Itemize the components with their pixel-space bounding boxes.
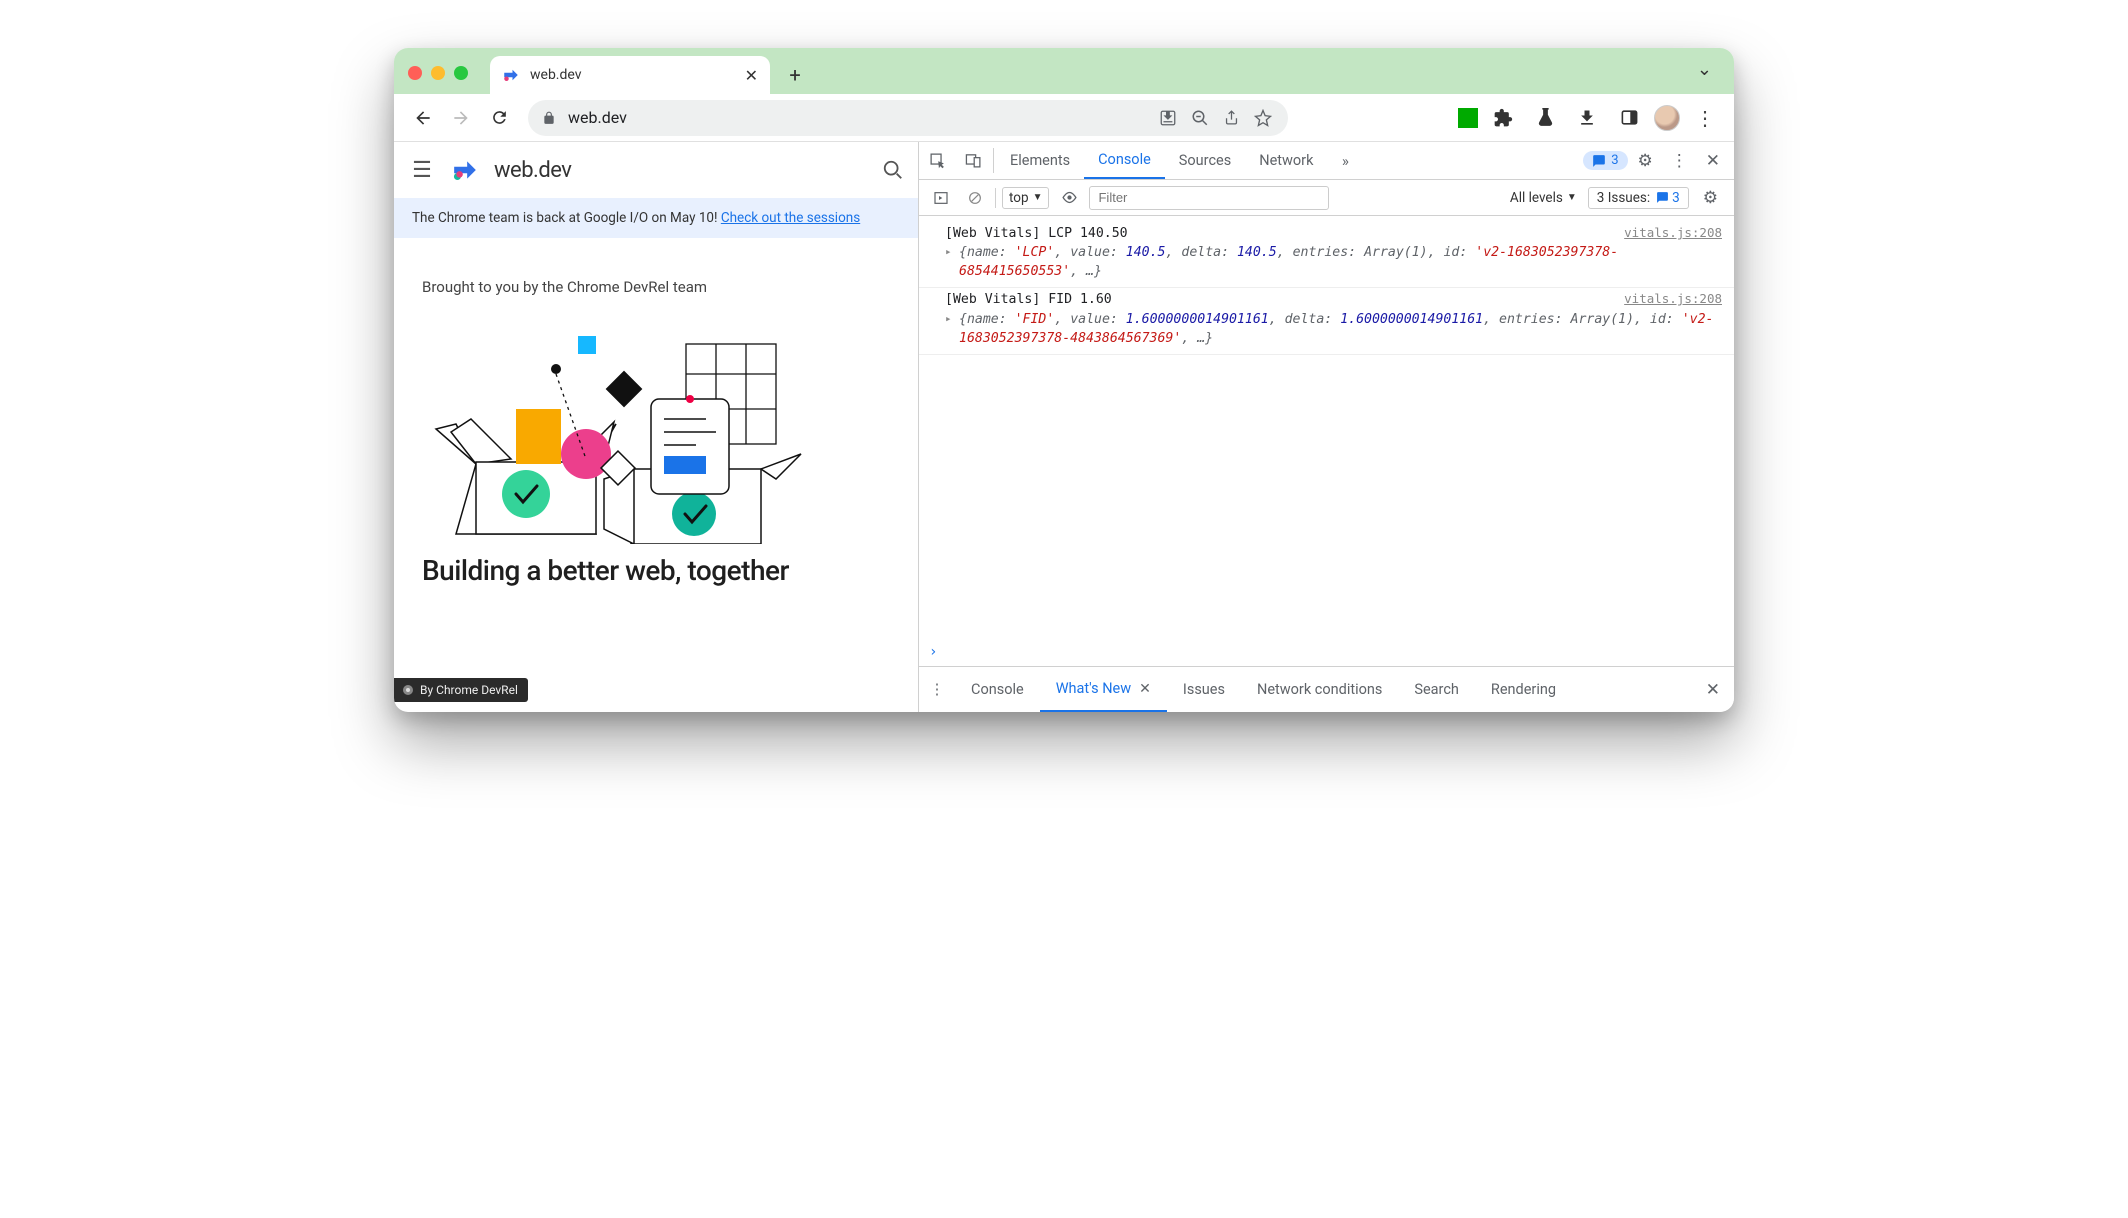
reload-button[interactable] <box>482 101 516 135</box>
tabs-more-icon[interactable]: » <box>1327 142 1363 179</box>
drawer-tab-whats-new[interactable]: What's New✕ <box>1040 667 1167 712</box>
context-selector[interactable]: top ▼ <box>1002 187 1049 209</box>
console-settings-icon[interactable]: ⚙ <box>1695 188 1726 208</box>
devtools-tabbar: Elements Console Sources Network » 3 ⚙ ⋮… <box>919 142 1734 180</box>
page-body: Brought to you by the Chrome DevRel team <box>394 238 918 587</box>
console-sidebar-toggle-icon[interactable] <box>927 186 955 210</box>
messages-badge[interactable]: 3 <box>1583 151 1627 170</box>
console-log-row[interactable]: vitals.js:208[Web Vitals] FID 1.60{name:… <box>919 288 1734 354</box>
devtools-drawer: ⋮ Console What's New✕ Issues Network con… <box>919 666 1734 712</box>
log-levels-selector[interactable]: All levels ▼ <box>1505 187 1582 209</box>
close-window-button[interactable] <box>408 66 422 80</box>
device-toolbar-icon[interactable] <box>955 142 991 179</box>
drawer-tab-close-icon[interactable]: ✕ <box>1139 681 1151 697</box>
banner-text: The Chrome team is back at Google I/O on… <box>412 210 721 226</box>
bookmark-icon[interactable] <box>1254 109 1272 127</box>
devtools-close-icon[interactable]: ✕ <box>1698 151 1728 171</box>
console-filter-bar: top ▼ All levels ▼ 3 Issues: 3 ⚙ <box>919 180 1734 216</box>
tab-elements[interactable]: Elements <box>996 142 1084 179</box>
zoom-out-icon[interactable] <box>1191 109 1209 127</box>
banner-link[interactable]: Check out the sessions <box>721 210 860 226</box>
drawer-tab-network-conditions[interactable]: Network conditions <box>1241 667 1398 712</box>
console-output: vitals.js:208[Web Vitals] LCP 140.50{nam… <box>919 216 1734 638</box>
devrel-badge: By Chrome DevRel <box>394 678 528 702</box>
drawer-tab-issues[interactable]: Issues <box>1167 667 1241 712</box>
page-subtitle: Brought to you by the Chrome DevRel team <box>422 278 890 296</box>
tab-strip: web.dev ✕ + ⌄ <box>394 48 1734 94</box>
site-logo-icon <box>452 157 478 183</box>
issues-button[interactable]: 3 Issues: 3 <box>1588 187 1689 209</box>
log-source-link[interactable]: vitals.js:208 <box>1624 224 1722 242</box>
log-message: [Web Vitals] LCP 140.50 <box>945 224 1724 243</box>
filter-input[interactable] <box>1089 186 1329 210</box>
clear-console-icon[interactable] <box>961 186 989 210</box>
lock-icon <box>542 111 556 125</box>
drawer-tab-search[interactable]: Search <box>1398 667 1475 712</box>
drawer-menu-icon[interactable]: ⋮ <box>919 667 955 712</box>
tab-network[interactable]: Network <box>1245 142 1327 179</box>
content-area: ☰ web.dev The Chrome team is back at Goo… <box>394 142 1734 712</box>
profile-avatar[interactable] <box>1654 105 1680 131</box>
maximize-window-button[interactable] <box>454 66 468 80</box>
page-headline: Building a better web, together <box>422 554 890 587</box>
tab-title: web.dev <box>530 67 735 83</box>
devtools-menu-icon[interactable]: ⋮ <box>1663 151 1696 171</box>
console-log-row[interactable]: vitals.js:208[Web Vitals] LCP 140.50{nam… <box>919 222 1734 288</box>
drawer-close-icon[interactable]: ✕ <box>1692 667 1734 712</box>
toolbar-right: ⋮ <box>1458 101 1722 135</box>
extension-green-square[interactable] <box>1458 108 1478 128</box>
site-header: ☰ web.dev <box>394 142 918 198</box>
devtools-panel: Elements Console Sources Network » 3 ⚙ ⋮… <box>919 142 1734 712</box>
new-tab-button[interactable]: + <box>780 60 810 90</box>
tab-console[interactable]: Console <box>1084 142 1165 179</box>
chrome-menu-button[interactable]: ⋮ <box>1688 101 1722 135</box>
share-icon[interactable] <box>1223 109 1240 127</box>
tab-sources[interactable]: Sources <box>1165 142 1245 179</box>
inspect-element-icon[interactable] <box>919 142 955 179</box>
minimize-window-button[interactable] <box>431 66 445 80</box>
devtools-settings-icon[interactable]: ⚙ <box>1630 151 1661 171</box>
log-object[interactable]: {name: 'FID', value: 1.6000000014901161,… <box>945 310 1724 348</box>
site-name: web.dev <box>494 158 571 183</box>
window-controls <box>408 66 468 80</box>
url-text: web.dev <box>568 108 1147 127</box>
downloads-icon[interactable] <box>1570 101 1604 135</box>
tabs-overflow-button[interactable]: ⌄ <box>1689 55 1720 84</box>
hero-illustration <box>422 314 890 544</box>
omnibox-actions <box>1159 109 1280 127</box>
hamburger-menu-icon[interactable]: ☰ <box>408 158 436 183</box>
chrome-logo-icon <box>402 684 414 696</box>
drawer-tab-rendering[interactable]: Rendering <box>1475 667 1572 712</box>
live-expression-icon[interactable] <box>1055 186 1083 210</box>
forward-button[interactable] <box>444 101 478 135</box>
install-icon[interactable] <box>1159 109 1177 127</box>
site-search-icon[interactable] <box>882 159 904 181</box>
labs-icon[interactable] <box>1528 101 1562 135</box>
drawer-tab-console[interactable]: Console <box>955 667 1040 712</box>
browser-tab[interactable]: web.dev ✕ <box>490 56 770 94</box>
toolbar: web.dev ⋮ <box>394 94 1734 142</box>
tab-favicon <box>502 66 520 84</box>
announcement-banner: The Chrome team is back at Google I/O on… <box>394 198 918 238</box>
tab-close-button[interactable]: ✕ <box>745 66 758 85</box>
log-source-link[interactable]: vitals.js:208 <box>1624 290 1722 308</box>
console-prompt[interactable]: › <box>919 638 1734 666</box>
log-object[interactable]: {name: 'LCP', value: 140.5, delta: 140.5… <box>945 243 1724 281</box>
back-button[interactable] <box>406 101 440 135</box>
log-message: [Web Vitals] FID 1.60 <box>945 290 1724 309</box>
panel-icon[interactable] <box>1612 101 1646 135</box>
browser-window: web.dev ✕ + ⌄ web.dev <box>394 48 1734 712</box>
omnibox[interactable]: web.dev <box>528 100 1288 136</box>
webpage: ☰ web.dev The Chrome team is back at Goo… <box>394 142 919 712</box>
extensions-icon[interactable] <box>1486 101 1520 135</box>
